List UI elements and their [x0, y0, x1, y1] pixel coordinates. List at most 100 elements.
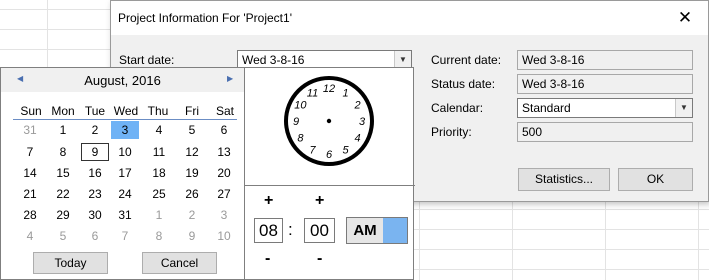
weekday-header: Fri — [185, 104, 199, 118]
status-date-field[interactable]: Wed 3-8-16 — [517, 74, 693, 94]
close-icon[interactable]: ✕ — [662, 1, 708, 35]
calendar-day[interactable]: 30 — [81, 206, 109, 224]
clock-number: 8 — [297, 133, 304, 145]
calendar-day[interactable]: 23 — [81, 185, 109, 203]
month-title: August, 2016 — [84, 73, 161, 88]
weekday-divider — [13, 119, 237, 120]
calendar-day-other-month[interactable]: 8 — [145, 227, 173, 245]
clock-number: 7 — [309, 145, 316, 157]
calendar-day-other-month[interactable]: 10 — [210, 227, 238, 245]
calendar-day[interactable]: 29 — [49, 206, 77, 224]
ampm-value[interactable]: AM — [347, 218, 383, 243]
current-date-field[interactable]: Wed 3-8-16 — [517, 50, 693, 70]
clock-number: 5 — [342, 145, 349, 157]
cancel-button[interactable]: Cancel — [142, 252, 217, 274]
priority-field[interactable]: 500 — [517, 122, 693, 142]
calendar-day[interactable]: 27 — [210, 185, 238, 203]
clock-number: 9 — [293, 116, 299, 128]
calendar-day-other-month[interactable]: 3 — [210, 206, 238, 224]
calendar-day[interactable]: 9 — [81, 143, 109, 161]
minute-decrement-button[interactable]: - — [317, 250, 322, 268]
calendar-day[interactable]: 8 — [49, 143, 77, 161]
calendar-select[interactable]: Standard ▼ — [517, 98, 693, 118]
status-date-value: Wed 3-8-16 — [522, 77, 585, 91]
calendar-day[interactable]: 1 — [49, 121, 77, 139]
hour-increment-button[interactable]: + — [264, 192, 273, 210]
clock-number: 2 — [354, 100, 361, 112]
calendar-value: Standard — [522, 101, 571, 115]
calendar-day[interactable]: 11 — [145, 143, 173, 161]
priority-label: Priority: — [431, 125, 472, 139]
weekday-header: Mon — [51, 104, 75, 118]
calendar-dropdown-icon[interactable]: ▼ — [675, 99, 692, 117]
dialog-title: Project Information For 'Project1' — [118, 11, 292, 25]
weekday-header: Thu — [147, 104, 169, 118]
clock-number: 1 — [342, 87, 348, 99]
statistics-button[interactable]: Statistics... — [518, 168, 610, 191]
start-date-label: Start date: — [119, 53, 175, 67]
weekday-header: Sat — [215, 104, 234, 118]
status-date-label: Status date: — [431, 77, 496, 91]
calendar-day-other-month[interactable]: 9 — [178, 227, 206, 245]
calendar-day-other-month[interactable]: 1 — [145, 206, 173, 224]
start-date-value: Wed 3-8-16 — [242, 53, 305, 67]
calendar-day[interactable]: 4 — [145, 121, 173, 139]
calendar-day[interactable]: 6 — [210, 121, 238, 139]
clock-number: 11 — [307, 87, 318, 99]
calendar-day[interactable]: 14 — [16, 164, 44, 182]
calendar-day-other-month[interactable]: 31 — [16, 121, 44, 139]
weekday-header: Wed — [113, 104, 139, 118]
minute-field[interactable]: 00 — [304, 218, 335, 243]
calendar-day[interactable]: 7 — [16, 143, 44, 161]
current-date-label: Current date: — [431, 53, 502, 67]
calendar-day[interactable]: 12 — [178, 143, 206, 161]
calendar-day[interactable]: 3 — [111, 121, 139, 139]
ampm-toggle[interactable]: AM — [346, 217, 408, 244]
calendar-day[interactable]: 13 — [210, 143, 238, 161]
calendar-day[interactable]: 25 — [145, 185, 173, 203]
calendar-day-other-month[interactable]: 6 — [81, 227, 109, 245]
clock-number: 6 — [326, 149, 333, 161]
calendar-day-other-month[interactable]: 2 — [178, 206, 206, 224]
calendar-day[interactable]: 15 — [49, 164, 77, 182]
calendar-day[interactable]: 2 — [81, 121, 109, 139]
time-separator: : — [288, 220, 293, 239]
calendar-day[interactable]: 10 — [111, 143, 139, 161]
current-date-value: Wed 3-8-16 — [522, 53, 585, 67]
clock-center — [326, 118, 332, 124]
minute-increment-button[interactable]: + — [315, 192, 324, 210]
calendar-day-other-month[interactable]: 5 — [49, 227, 77, 245]
calendar-day[interactable]: 17 — [111, 164, 139, 182]
priority-value: 500 — [522, 125, 543, 139]
calendar-day[interactable]: 21 — [16, 185, 44, 203]
calendar-day[interactable]: 19 — [178, 164, 206, 182]
clock-number: 3 — [359, 116, 366, 128]
calendar-day[interactable]: 28 — [16, 206, 44, 224]
calendar-day[interactable]: 18 — [145, 164, 173, 182]
calendar-day-other-month[interactable]: 7 — [111, 227, 139, 245]
next-month-icon[interactable]: ▶ — [227, 74, 233, 83]
calendar-day[interactable]: 5 — [178, 121, 206, 139]
calendar-header: ◀ August, 2016 ▶ — [1, 68, 244, 92]
picker-vertical-divider — [244, 68, 245, 280]
weekday-header: Tue — [84, 104, 106, 118]
ampm-alternate[interactable] — [383, 218, 407, 243]
calendar-day[interactable]: 20 — [210, 164, 238, 182]
dialog-titlebar: Project Information For 'Project1' ✕ — [111, 1, 708, 35]
clock-number: 12 — [323, 83, 335, 95]
calendar-day[interactable]: 24 — [111, 185, 139, 203]
calendar-label: Calendar: — [431, 101, 484, 115]
clock-number: 10 — [294, 100, 307, 112]
clock-number: 4 — [355, 133, 361, 145]
ok-button[interactable]: OK — [618, 168, 693, 191]
hour-decrement-button[interactable]: - — [265, 250, 270, 268]
calendar-day[interactable]: 22 — [49, 185, 77, 203]
calendar-day[interactable]: 31 — [111, 206, 139, 224]
calendar-day[interactable]: 26 — [178, 185, 206, 203]
picker-horizontal-divider — [245, 185, 415, 186]
today-button[interactable]: Today — [33, 252, 108, 274]
calendar-day[interactable]: 16 — [81, 164, 109, 182]
hour-field[interactable]: 08 — [254, 218, 283, 243]
calendar-day-other-month[interactable]: 4 — [16, 227, 44, 245]
weekday-header: Sun — [20, 104, 42, 118]
